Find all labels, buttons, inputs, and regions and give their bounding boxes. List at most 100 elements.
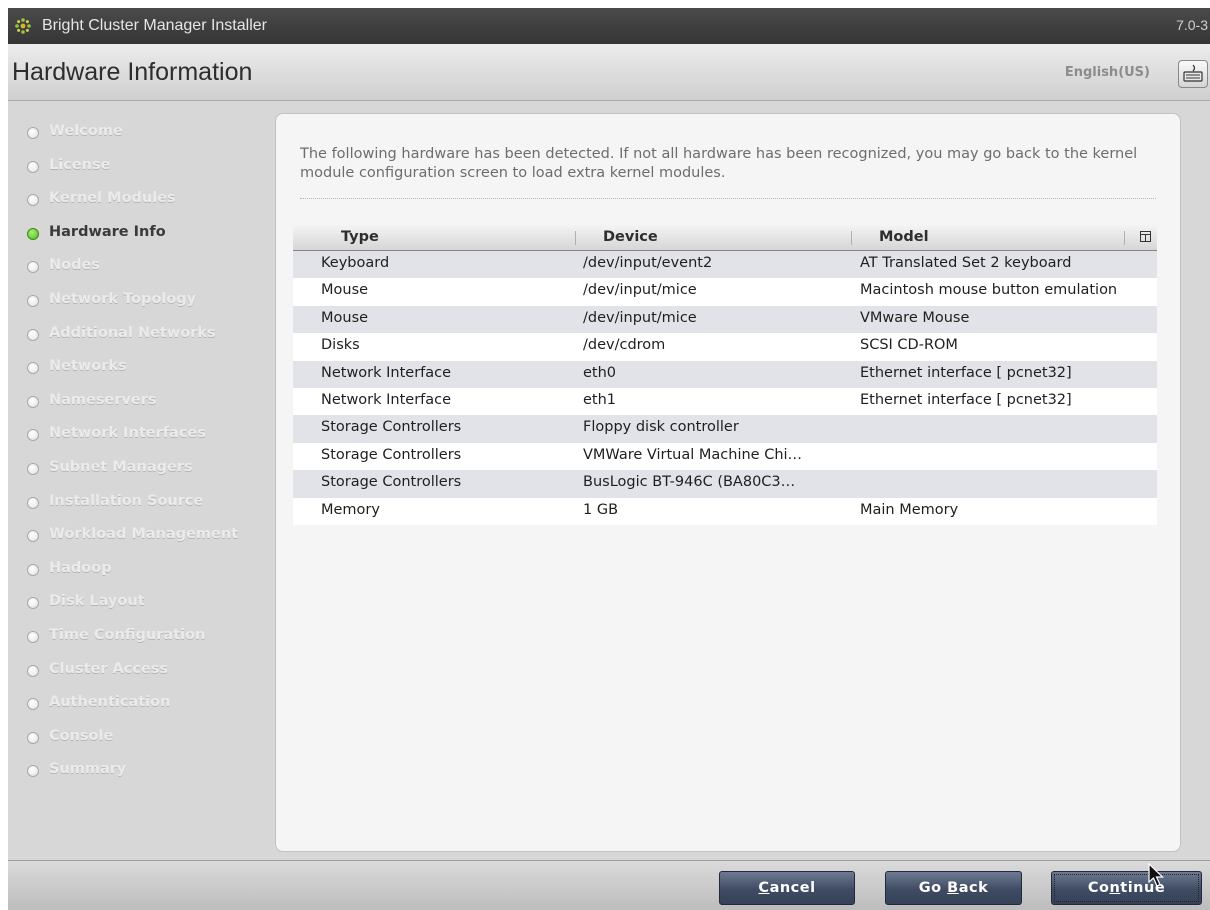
step-bullet-icon [27,563,39,576]
button-label-part: ack [958,880,989,896]
sidebar-item-welcome: Welcome [8,118,270,152]
sidebar-item-label: Networks [49,358,127,375]
step-bullet-icon [27,630,39,643]
step-bullet-icon [27,127,39,139]
step-bullet-icon [27,194,39,207]
continue-button[interactable]: Continue [1051,871,1202,905]
title-bar: Bright Cluster Manager Installer 7.0-3 [8,8,1210,44]
sidebar-item-hadoop: Hadoop [8,555,270,589]
language-selector[interactable]: English(US) [1065,65,1150,80]
sidebar-item-label: Summary [49,761,127,778]
cell-type: Storage Controllers [321,446,462,463]
sidebar-item-label: Additional Networks [49,324,216,341]
sidebar-item-installation-source: Installation Source [8,488,270,522]
sidebar-item-label: Disk Layout [49,593,145,610]
cell-type: Network Interface [321,364,452,381]
cell-model: Macintosh mouse button emulation [860,282,1118,299]
table-row[interactable]: Storage Controllers VMWare Virtual Machi… [293,442,1157,471]
sidebar-item-label: Installation Source [49,492,204,509]
step-bullet-icon [27,362,39,375]
cell-device: /dev/input/mice [583,309,697,326]
table-row[interactable]: Keyboard /dev/input/event2 AT Translated… [293,251,1157,279]
step-bullet-icon [27,429,39,442]
sidebar-item-label: Hadoop [49,559,112,576]
step-bullet-icon [27,765,39,778]
mouse-cursor-icon [1148,863,1164,887]
hardware-table[interactable]: Type Device Model Keyboard /dev/input/ev… [293,225,1157,525]
table-row[interactable]: Memory 1 GB Main Memory [293,497,1157,525]
step-bullet-icon [27,698,39,711]
sidebar-item-label: Network Topology [49,290,197,307]
sidebar-item-hardware-info: Hardware Info [8,219,270,253]
sidebar-item-label: Welcome [49,123,123,139]
step-bullet-icon [27,160,39,173]
cell-model: Ethernet interface [ pcnet32] [860,364,1072,381]
column-resize-handle[interactable] [575,231,576,245]
table-row[interactable]: Disks /dev/cdrom SCSI CD-ROM [293,333,1157,361]
sidebar-item-label: Nameservers [49,391,157,408]
sidebar-item-workload-management: Workload Management [8,521,270,555]
cell-device: eth1 [583,391,617,408]
sidebar-item-label: Nodes [49,257,100,274]
cell-type: Mouse [321,282,369,299]
table-row[interactable]: Storage Controllers BusLogic BT-946C (BA… [293,470,1157,498]
step-bullet-icon [27,462,39,475]
table-row[interactable]: Network Interface eth1 Ethernet interfac… [293,387,1157,416]
sidebar-item-label: Workload Management [49,526,239,543]
active-step-bullet-icon [27,227,39,240]
keyboard-icon [1183,64,1203,82]
cell-model: VMware Mouse [860,309,970,326]
step-bullet-icon [27,261,39,274]
table-row[interactable]: Network Interface eth0 Ethernet interfac… [293,360,1157,388]
bright-logo-icon [15,18,31,34]
button-mnemonic: B [947,880,959,896]
cell-device: BusLogic BT-946C (BA80C3… [583,474,796,491]
column-resize-handle[interactable] [1124,231,1125,245]
content-panel: The following hardware has been detected… [275,113,1181,852]
cell-type: Disks [321,337,360,354]
column-resize-handle[interactable] [851,231,852,245]
installer-window: Bright Cluster Manager Installer 7.0-3 H… [8,8,1210,910]
table-row[interactable]: Mouse /dev/input/mice Macintosh mouse bu… [293,278,1157,306]
sidebar-item-label: License [49,156,111,173]
sidebar-item-label: Kernel Modules [49,190,176,207]
sidebar-item-nameservers: Nameservers [8,387,270,421]
button-label-part: ancel [769,880,816,896]
column-header-type[interactable]: Type [341,229,379,245]
column-header-model[interactable]: Model [879,229,929,245]
sidebar-item-label: Cluster Access [49,660,169,677]
step-bullet-icon [27,496,39,509]
sidebar-item-license: License [8,152,270,186]
button-label-part: Go [918,880,948,896]
go-back-button[interactable]: Go Back [885,871,1022,905]
sidebar-item-label: Time Configuration [49,626,206,643]
table-row[interactable]: Mouse /dev/input/mice VMware Mouse [293,305,1157,334]
cell-device: /dev/input/mice [583,282,697,299]
sidebar-item-label: Hardware Info [49,223,166,240]
cell-device: /dev/cdrom [583,337,666,354]
cell-device: Floppy disk controller [583,419,739,436]
page-title: Hardware Information [12,58,253,86]
column-chooser-icon[interactable] [1140,231,1151,242]
step-bullet-icon [27,328,39,341]
step-bullet-icon [27,664,39,677]
sidebar-item-nodes: Nodes [8,252,270,286]
cell-device: /dev/input/event2 [583,255,713,271]
column-header-device[interactable]: Device [603,229,658,245]
sidebar-item-authentication: Authentication [8,689,270,723]
cell-device: 1 GB [583,501,619,518]
sidebar-item-disk-layout: Disk Layout [8,588,270,622]
table-row[interactable]: Storage Controllers Floppy disk controll… [293,415,1157,443]
sidebar-item-kernel-modules: Kernel Modules [8,185,270,219]
step-bullet-icon [27,294,39,307]
divider [300,198,1156,199]
cell-device: VMWare Virtual Machine Chi… [583,446,803,463]
cancel-button[interactable]: Cancel [719,871,855,905]
cell-type: Keyboard [321,255,390,271]
step-bullet-icon [27,731,39,744]
cell-model: Main Memory [860,501,959,518]
page-header: Hardware Information English(US) [8,44,1210,101]
step-bullet-icon [27,530,39,543]
keyboard-layout-button[interactable] [1178,60,1208,88]
step-bullet-icon [27,597,39,610]
